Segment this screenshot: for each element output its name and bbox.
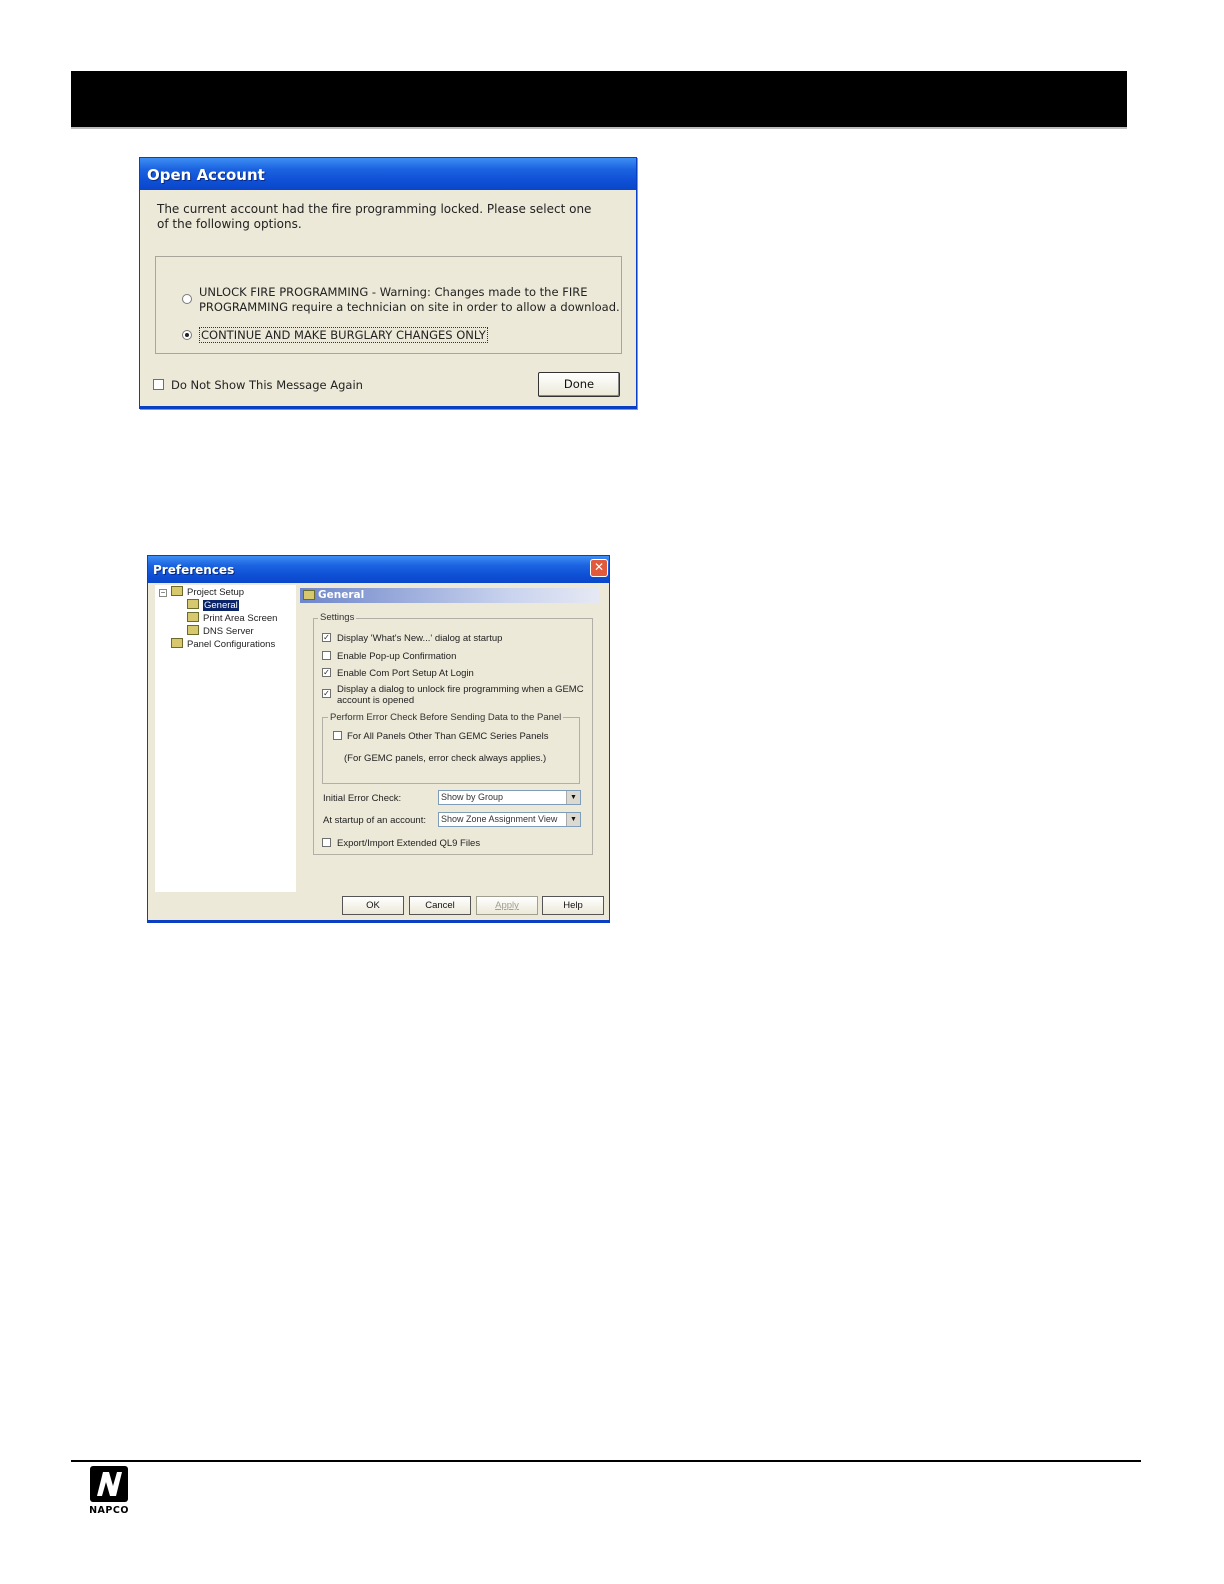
export-ql9-checkbox[interactable] (322, 838, 331, 847)
dont-show-label[interactable]: Do Not Show This Message Again (171, 378, 363, 392)
tree-item-label: Panel Configurations (187, 639, 276, 650)
tree-item-label: Project Setup (187, 587, 245, 598)
open-account-dialog: Open Account The current account had the… (139, 157, 637, 409)
unlock-dialog-line2: account is opened (337, 695, 415, 706)
folder-icon (171, 586, 183, 596)
page-header-bar (71, 71, 1127, 128)
help-button[interactable]: Help (542, 896, 604, 915)
settings-page-icon (187, 625, 199, 635)
whats-new-checkbox[interactable]: ✓ (322, 633, 331, 642)
settings-page-icon (187, 599, 199, 609)
error-check-checkbox[interactable] (333, 731, 342, 740)
footer-rule (71, 1460, 1141, 1462)
napco-brand: NAPCO (89, 1505, 129, 1516)
error-check-label[interactable]: For All Panels Other Than GEMC Series Pa… (347, 731, 549, 742)
apply-label: Apply (495, 900, 519, 911)
dropdown-arrow-icon[interactable]: ▼ (566, 791, 580, 804)
general-panel-header: General (300, 588, 599, 603)
open-account-titlebar[interactable]: Open Account (140, 158, 636, 190)
whats-new-label[interactable]: Display 'What's New...' dialog at startu… (337, 633, 502, 644)
close-icon[interactable]: ✕ (590, 559, 608, 577)
preferences-titlebar[interactable]: Preferences (148, 556, 609, 583)
initial-error-select[interactable]: Show by Group ▼ (438, 790, 581, 805)
unlock-fire-radio[interactable] (182, 294, 192, 304)
tree-item-dns-server[interactable]: DNS Server (187, 625, 254, 637)
dont-show-checkbox[interactable] (153, 379, 164, 390)
continue-burglary-label[interactable]: CONTINUE AND MAKE BURGLARY CHANGES ONLY (199, 327, 488, 343)
popup-confirmation-checkbox[interactable] (322, 651, 331, 660)
startup-value: Show Zone Assignment View (441, 814, 558, 824)
startup-select[interactable]: Show Zone Assignment View ▼ (438, 812, 581, 827)
unlock-fire-label[interactable]: UNLOCK FIRE PROGRAMMING - Warning: Chang… (199, 285, 620, 315)
tree-item-general[interactable]: General (187, 599, 239, 611)
tree-item-print-area-screen[interactable]: Print Area Screen (187, 612, 277, 624)
unlock-fire-line1: UNLOCK FIRE PROGRAMMING - Warning: Chang… (199, 285, 588, 299)
done-button[interactable]: Done (538, 372, 620, 397)
unlock-dialog-label[interactable]: Display a dialog to unlock fire programm… (337, 684, 584, 706)
settings-page-icon (187, 612, 199, 622)
export-ql9-label[interactable]: Export/Import Extended QL9 Files (337, 838, 480, 849)
error-check-groupbox (322, 717, 580, 784)
unlock-fire-line2: PROGRAMMING require a technician on site… (199, 300, 620, 314)
error-check-note: (For GEMC panels, error check always app… (344, 753, 547, 764)
cancel-button[interactable]: Cancel (409, 896, 471, 915)
initial-error-value: Show by Group (441, 792, 504, 802)
error-check-legend: Perform Error Check Before Sending Data … (328, 712, 564, 723)
dropdown-arrow-icon[interactable]: ▼ (566, 813, 580, 826)
apply-button[interactable]: Apply (476, 896, 538, 915)
tree-item-label: DNS Server (203, 626, 254, 637)
tree-collapse-icon[interactable]: − (159, 589, 167, 597)
unlock-dialog-checkbox[interactable]: ✓ (322, 689, 331, 698)
tree-item-project-setup[interactable]: Project Setup (171, 586, 244, 598)
initial-error-label: Initial Error Check: (323, 793, 402, 804)
settings-page-icon (171, 638, 183, 648)
continue-burglary-radio[interactable] (182, 330, 192, 340)
popup-confirmation-label[interactable]: Enable Pop-up Confirmation (337, 651, 456, 662)
preferences-tree: − Project Setup General Print Area Scree… (155, 585, 296, 892)
unlock-dialog-line1: Display a dialog to unlock fire programm… (337, 684, 584, 695)
settings-page-icon (303, 590, 315, 600)
tree-item-panel-configurations[interactable]: Panel Configurations (171, 638, 275, 650)
ok-button[interactable]: OK (342, 896, 404, 915)
com-port-checkbox[interactable]: ✓ (322, 668, 331, 677)
panel-title: General (318, 589, 365, 601)
header-rule (71, 127, 1127, 129)
tree-item-label: Print Area Screen (203, 613, 278, 624)
continue-burglary-text: CONTINUE AND MAKE BURGLARY CHANGES ONLY (199, 327, 488, 343)
settings-legend: Settings (318, 612, 357, 623)
com-port-label[interactable]: Enable Com Port Setup At Login (337, 668, 474, 679)
tree-item-label: General (203, 600, 239, 611)
preferences-dialog: Preferences ✕ − Project Setup General Pr… (147, 555, 610, 923)
open-account-message: The current account had the fire program… (157, 202, 592, 231)
startup-label: At startup of an account: (323, 815, 426, 826)
